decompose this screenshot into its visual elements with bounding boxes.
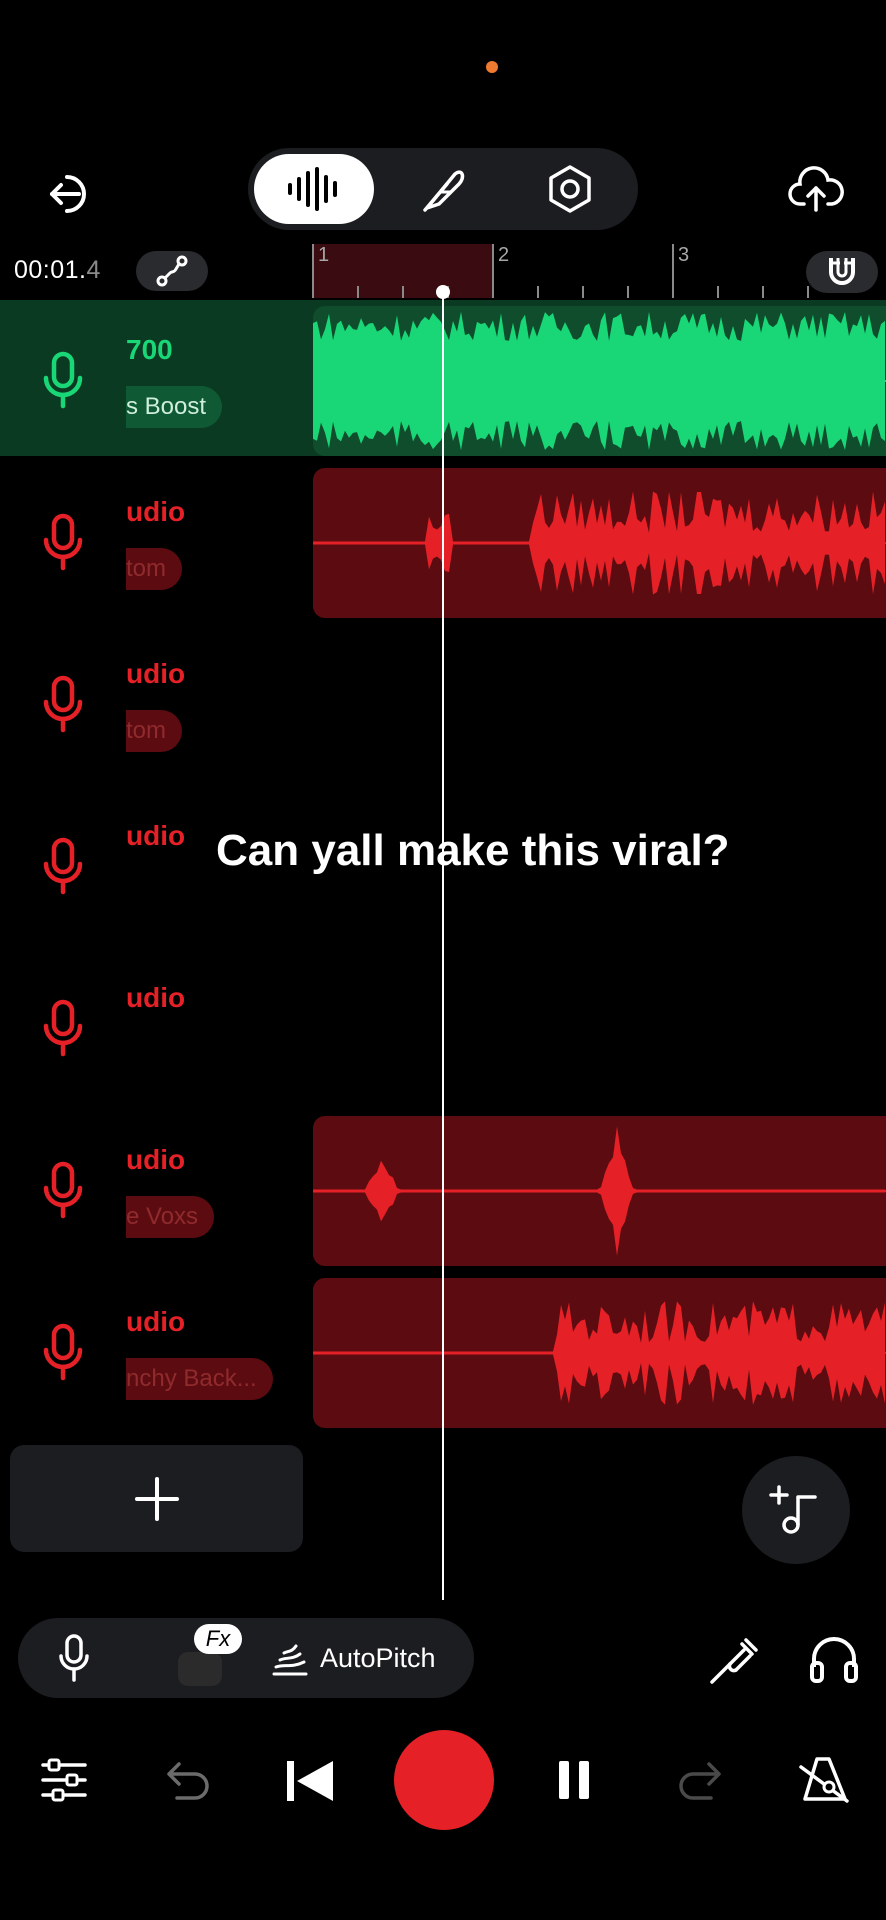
- pause-button[interactable]: [556, 1758, 592, 1802]
- cloud-upload-icon: [788, 166, 844, 212]
- input-mic-button[interactable]: [48, 1632, 100, 1684]
- bar-number: 2: [498, 244, 510, 266]
- exit-button[interactable]: [42, 164, 102, 224]
- automation-curve-icon: [156, 255, 188, 287]
- microphone-icon: [43, 675, 83, 733]
- fx-badge: Fx: [194, 1624, 242, 1654]
- track-header[interactable]: udio tom: [0, 462, 312, 618]
- add-beat-button[interactable]: [742, 1456, 850, 1564]
- audio-clip[interactable]: [313, 1116, 886, 1266]
- microphone-icon: [59, 1634, 89, 1682]
- audio-clip[interactable]: [313, 468, 886, 618]
- input-fx-bar: Fx AutoPitch: [18, 1618, 474, 1698]
- track-preset-pill[interactable]: s Boost: [126, 386, 223, 428]
- waveform: [313, 1126, 886, 1256]
- microphone-icon: [43, 1161, 83, 1219]
- autopitch-button[interactable]: AutoPitch: [270, 1636, 436, 1680]
- time-fraction: 4: [86, 256, 101, 284]
- fx-preset-thumbnail: [178, 1652, 222, 1686]
- autopitch-label: AutoPitch: [320, 1642, 436, 1673]
- waveform-icon: [288, 167, 337, 211]
- tuner-button[interactable]: [704, 1630, 764, 1690]
- tuning-fork-icon: [710, 1638, 758, 1684]
- skip-back-icon: [287, 1761, 333, 1801]
- record-button[interactable]: [394, 1730, 494, 1830]
- track-header[interactable]: udio tom: [0, 624, 312, 780]
- fx-preset-button[interactable]: Fx: [158, 1624, 242, 1692]
- track-preset-pill[interactable]: tom: [126, 548, 183, 590]
- feather-icon: [423, 170, 465, 212]
- playhead-line[interactable]: [442, 292, 444, 1600]
- lyrics-mode-button[interactable]: [382, 154, 502, 224]
- metronome-button[interactable]: [794, 1748, 856, 1810]
- timeline-ruler[interactable]: 1 2 3: [312, 244, 886, 298]
- headphones-icon: [810, 1637, 858, 1683]
- track-preset-pill[interactable]: e Voxs: [126, 1196, 215, 1238]
- track-header[interactable]: 700 s Boost: [0, 300, 312, 456]
- bar-number: 3: [678, 244, 690, 266]
- settings-mode-button[interactable]: [510, 154, 630, 224]
- video-caption: Can yall make this viral?: [216, 826, 730, 875]
- track-header[interactable]: udio: [0, 948, 312, 1104]
- undo-icon: [167, 1762, 209, 1800]
- plus-icon: [134, 1476, 179, 1521]
- waveform: [313, 311, 886, 451]
- track-name: udio: [126, 496, 186, 527]
- microphone-icon: [43, 999, 83, 1057]
- track-name: udio: [126, 1144, 186, 1175]
- mixer-button[interactable]: [34, 1750, 94, 1810]
- monitoring-button[interactable]: [804, 1628, 864, 1690]
- audio-clip[interactable]: [313, 1278, 886, 1428]
- bar-number: 1: [318, 244, 330, 266]
- track-name: udio: [126, 982, 186, 1013]
- metronome-icon: [799, 1757, 849, 1803]
- time-readout: 00:01.4: [14, 256, 101, 285]
- microphone-icon: [43, 513, 83, 571]
- track-preset-pill[interactable]: nchy Back...: [126, 1358, 273, 1400]
- skip-to-start-button[interactable]: [282, 1756, 338, 1806]
- audio-clip[interactable]: [313, 306, 886, 456]
- waveform-mode-button[interactable]: [254, 154, 374, 224]
- redo-icon: [679, 1762, 721, 1800]
- mode-switch: [248, 148, 638, 230]
- recording-indicator-dot: [486, 61, 498, 73]
- redo-button[interactable]: [670, 1752, 730, 1808]
- autopitch-icon: [272, 1644, 308, 1676]
- hex-nut-icon: [549, 165, 591, 213]
- pause-icon: [559, 1761, 589, 1799]
- track-name: 700: [126, 334, 173, 365]
- track-name: udio: [126, 658, 186, 689]
- add-track-button[interactable]: [10, 1445, 303, 1552]
- track-header[interactable]: udio nchy Back...: [0, 1272, 312, 1428]
- add-music-note-icon: [769, 1485, 817, 1534]
- track-name: udio: [126, 820, 186, 851]
- time-main: 00:01.: [14, 256, 87, 284]
- sliders-icon: [41, 1758, 87, 1802]
- track-name: udio: [126, 1306, 186, 1337]
- waveform: [313, 491, 886, 595]
- playhead-handle[interactable]: [436, 285, 450, 299]
- microphone-icon: [43, 837, 83, 895]
- track-preset-pill[interactable]: tom: [126, 710, 183, 752]
- waveform: [313, 1301, 886, 1405]
- track-header[interactable]: udio e Voxs: [0, 1110, 312, 1266]
- automation-button[interactable]: [136, 251, 208, 291]
- exit-icon: [50, 175, 86, 213]
- microphone-icon: [43, 1323, 83, 1381]
- upload-button[interactable]: [784, 160, 848, 220]
- undo-button[interactable]: [158, 1752, 218, 1808]
- microphone-icon: [43, 351, 83, 409]
